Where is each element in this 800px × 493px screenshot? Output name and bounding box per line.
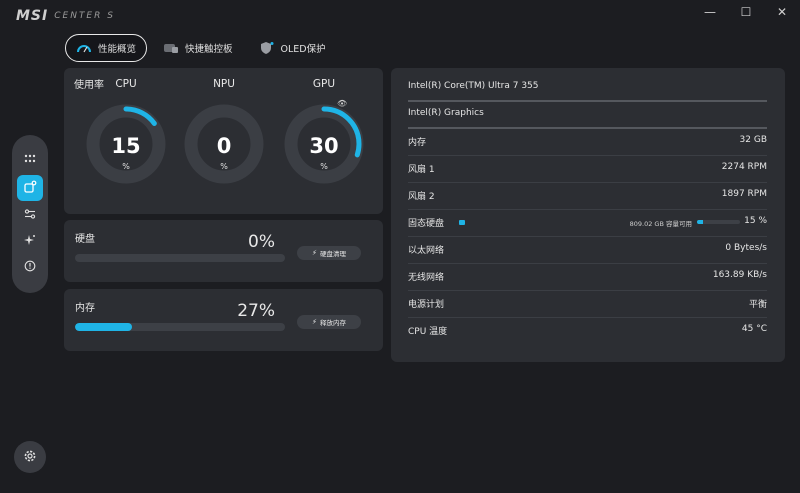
gauge-value: 15 (111, 134, 141, 158)
info-value: 32 GB (739, 135, 767, 145)
usage-panel: 使用率 CPU 15 % NPU 0 % GPU 30 % 👁 (64, 68, 383, 214)
tab-touchpad[interactable]: 快捷触控板 (153, 34, 243, 62)
sliders-icon (24, 208, 36, 223)
disk-percent: 0% (248, 232, 275, 252)
nav-settings-sliders-button[interactable] (17, 202, 43, 228)
info-key: 内存 (408, 138, 427, 148)
gauge-value: 30 (309, 134, 339, 158)
ssd-indicator (459, 220, 465, 225)
dashboard-icon (23, 180, 37, 197)
tab-oled[interactable]: OLED保护 (249, 34, 336, 62)
info-row-wifi: 无线网络 163.89 KB/s (408, 264, 767, 291)
info-key: CPU 温度 (408, 327, 448, 337)
disk-title: 硬盘 (75, 234, 95, 245)
gpu-gauge: GPU 30 % (282, 78, 366, 186)
nav-help-button[interactable] (17, 254, 43, 280)
speedometer-icon (76, 41, 92, 55)
logo-brand: MSI (16, 8, 49, 24)
gauge-unit: % (122, 162, 130, 171)
system-info-panel: Intel(R) Core(TM) Ultra 7 355 Intel(R) G… (391, 68, 785, 362)
gauge-unit: % (320, 162, 328, 171)
gauge-label: GPU (312, 78, 336, 90)
minimize-button[interactable]: — (692, 0, 728, 24)
info-row-fan1: 风扇 1 2274 RPM (408, 156, 767, 183)
title-bar: MSI CENTER S — ☐ ✕ (0, 0, 800, 30)
nav-dashboard-button[interactable] (17, 175, 43, 201)
info-value: 163.89 KB/s (712, 270, 767, 280)
eye-icon[interactable]: 👁 (337, 99, 347, 108)
sparkle-icon (24, 234, 36, 249)
button-label: 释放内存 (319, 319, 346, 327)
tab-performance[interactable]: 性能概览 (65, 34, 148, 62)
bolt-icon: ⚡ (312, 249, 317, 257)
tab-label: 快捷触控板 (185, 44, 233, 55)
memory-usage-bar (75, 323, 285, 331)
info-row-power-plan: 电源计划 平衡 (408, 291, 767, 318)
npu-gauge: NPU 0 % (182, 78, 266, 186)
gauge-value: 0 (216, 134, 232, 158)
grid-icon (24, 153, 36, 168)
tab-label: 性能概览 (98, 44, 137, 55)
touchpad-icon (163, 41, 179, 55)
app-window: MSI CENTER S — ☐ ✕ 性能概览 快捷触控板 OLED保护 使用率… (0, 0, 800, 493)
info-key: 以太网络 (408, 246, 445, 256)
maximize-button[interactable]: ☐ (728, 0, 764, 24)
info-value: 2274 RPM (721, 162, 767, 172)
button-label: 硬盘清理 (319, 250, 346, 258)
info-row-fan2: 风扇 2 1897 RPM (408, 183, 767, 210)
disk-cleanup-button[interactable]: ⚡ 硬盘清理 (297, 246, 361, 260)
info-value: 1897 RPM (721, 189, 767, 199)
disk-usage-bar (75, 254, 285, 262)
info-key: 电源计划 (408, 300, 445, 310)
memory-title: 内存 (75, 303, 95, 314)
info-key: 风扇 2 (408, 192, 435, 202)
cpu-name-row: Intel(R) Core(TM) Ultra 7 355 (408, 75, 767, 102)
gpu-name: Intel(R) Graphics (408, 108, 484, 118)
side-navigation (12, 135, 48, 293)
app-logo: MSI CENTER S (16, 8, 115, 24)
gauge-label: CPU (115, 78, 137, 90)
shield-icon (259, 41, 275, 55)
cpu-name: Intel(R) Core(TM) Ultra 7 355 (408, 81, 539, 91)
info-icon (24, 260, 36, 275)
info-value: 45 °C (741, 324, 767, 334)
gpu-name-row: Intel(R) Graphics (408, 102, 767, 129)
settings-button[interactable] (14, 441, 46, 473)
info-value: 平衡 (748, 300, 767, 310)
info-row-ethernet: 以太网络 0 Bytes/s (408, 237, 767, 264)
info-key: 无线网络 (408, 273, 445, 283)
bolt-icon: ⚡ (312, 318, 317, 326)
tab-bar: 性能概览 快捷触控板 OLED保护 (65, 34, 342, 62)
nav-ai-button[interactable] (17, 228, 43, 254)
ssd-usage-fill (697, 220, 704, 224)
info-value: 0 Bytes/s (725, 243, 767, 253)
info-row-memory: 内存 32 GB (408, 129, 767, 156)
gauge-label: NPU (213, 78, 235, 90)
logo-subtitle: CENTER S (54, 11, 115, 21)
free-memory-button[interactable]: ⚡ 释放内存 (297, 315, 361, 329)
memory-panel: 内存 27% ⚡ 释放内存 (64, 289, 383, 351)
ssd-usage-bar (697, 220, 740, 224)
info-row-ssd: 固态硬盘 809.02 GB 容量可用 15 % (408, 210, 767, 237)
info-value: 15 % (744, 216, 767, 226)
memory-usage-fill (75, 323, 132, 331)
gauge-unit: % (220, 162, 228, 171)
info-row-cpu-temp: CPU 温度 45 °C (408, 318, 767, 345)
info-key: 固态硬盘 (408, 219, 445, 229)
ssd-free-space: 809.02 GB 容量可用 (629, 220, 692, 228)
gear-icon (23, 449, 37, 466)
memory-percent: 27% (237, 301, 275, 321)
nav-apps-button[interactable] (17, 147, 43, 173)
close-button[interactable]: ✕ (764, 0, 800, 24)
info-key: 风扇 1 (408, 165, 435, 175)
tab-label: OLED保护 (280, 44, 326, 55)
disk-panel: 硬盘 0% ⚡ 硬盘清理 (64, 220, 383, 282)
cpu-gauge: CPU 15 % (84, 78, 168, 186)
